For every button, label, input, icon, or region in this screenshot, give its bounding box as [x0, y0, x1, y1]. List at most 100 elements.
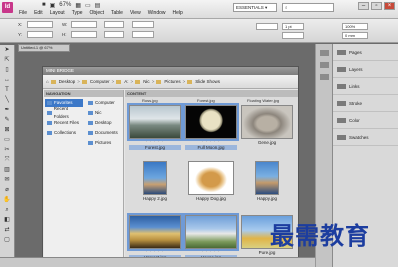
- zoom-tool-icon[interactable]: ⌕: [0, 205, 14, 215]
- note-tool-icon[interactable]: ✉: [0, 175, 14, 185]
- menu-table[interactable]: Table: [111, 10, 123, 16]
- thumbnail-harvest[interactable]: · · · · · Harvest.jpg: [127, 213, 183, 260]
- panel-swatches[interactable]: Swatches: [333, 129, 398, 146]
- nav-item-desktop[interactable]: Desktop: [86, 119, 123, 127]
- arrange-icon[interactable]: ▤: [95, 2, 101, 9]
- screen-mode-tool-icon[interactable]: ▢: [0, 235, 14, 245]
- menu-type[interactable]: Type: [72, 10, 83, 16]
- opacity-field[interactable]: 100%: [342, 23, 368, 30]
- panel-grip-icon[interactable]: [319, 74, 329, 80]
- thumbnail-happy-2[interactable]: Happy 2.jpg: [129, 161, 181, 201]
- rectangle-frame-tool-icon[interactable]: ⊠: [0, 125, 14, 135]
- file-label[interactable]: Floating Water.jpg: [247, 98, 279, 103]
- nav-item-computer[interactable]: Computer: [86, 99, 123, 107]
- shear-field[interactable]: [132, 31, 154, 38]
- type-tool-icon[interactable]: T: [0, 85, 14, 95]
- y-field[interactable]: [27, 31, 53, 38]
- stroke-weight-field[interactable]: 1 pt: [282, 23, 304, 30]
- h-field[interactable]: [71, 31, 97, 38]
- selection-tool-icon[interactable]: ➤: [0, 45, 14, 55]
- thumbnail-gene[interactable]: Gene.jpg: [241, 105, 293, 145]
- document-tab[interactable]: Untitled-1 @ 67%: [18, 44, 70, 52]
- nav-item-recent-files[interactable]: Recent Files: [45, 119, 83, 127]
- close-button[interactable]: ×: [384, 2, 395, 10]
- page-tool-icon[interactable]: ▯: [0, 65, 14, 75]
- offset-field[interactable]: 0 mm: [342, 32, 368, 39]
- file-label[interactable]: Forest.jpg: [197, 98, 215, 103]
- nav-locations-list: Computer Nic Desktop Documents Pictures: [86, 99, 123, 147]
- nav-item-recent-folders[interactable]: Recent Folders: [45, 106, 83, 119]
- x-label: X:: [18, 22, 23, 27]
- rating-stars[interactable]: · · · · ·: [185, 140, 237, 144]
- workspace-switcher[interactable]: ESSENTIALS ▾: [233, 3, 277, 12]
- nav-item-pictures[interactable]: Pictures: [86, 139, 123, 147]
- bridge-icon[interactable]: ■: [42, 2, 46, 9]
- nav-item-documents[interactable]: Documents: [86, 129, 123, 137]
- pen-tool-icon[interactable]: ✒: [0, 105, 14, 115]
- rotation-field[interactable]: [132, 21, 154, 28]
- panel-grip-icon[interactable]: [319, 50, 329, 56]
- menu-edit[interactable]: Edit: [34, 10, 43, 16]
- zoom-level[interactable]: 67%: [59, 2, 71, 9]
- eyedropper-tool-icon[interactable]: ⌀: [0, 185, 14, 195]
- folder-icon: [81, 79, 87, 84]
- menu-help[interactable]: Help: [173, 10, 183, 16]
- thumbnail-house[interactable]: · · · · · House.jpg: [183, 213, 239, 260]
- fill-swatch[interactable]: [256, 23, 278, 30]
- gradient-tool-icon[interactable]: ▥: [0, 165, 14, 175]
- view-options-icon[interactable]: ▦: [75, 2, 81, 9]
- swatches-icon: [337, 134, 346, 140]
- stroke-type-field[interactable]: [282, 32, 304, 39]
- main-menu: File Edit Layout Type Object Table View …: [19, 10, 183, 16]
- fill-stroke-icon[interactable]: ◧: [0, 215, 14, 225]
- rating-stars[interactable]: · · · · ·: [185, 250, 237, 254]
- nav-item-collections[interactable]: Collections: [45, 129, 83, 137]
- panel-color[interactable]: Color: [333, 112, 398, 129]
- free-transform-tool-icon[interactable]: ⤧: [0, 155, 14, 165]
- path-segment[interactable]: Desktop: [59, 79, 76, 84]
- path-segment[interactable]: Nic: [143, 79, 150, 84]
- pencil-tool-icon[interactable]: ✎: [0, 115, 14, 125]
- scale-x-field[interactable]: [104, 21, 124, 28]
- panel-grip-icon[interactable]: [319, 62, 329, 68]
- menu-file[interactable]: File: [19, 10, 27, 16]
- rectangle-tool-icon[interactable]: ▭: [0, 135, 14, 145]
- panel-pages[interactable]: Pages: [333, 44, 398, 61]
- scissors-tool-icon[interactable]: ✂: [0, 145, 14, 155]
- path-segment[interactable]: Computer: [90, 79, 110, 84]
- path-segment[interactable]: A:: [124, 79, 128, 84]
- search-input[interactable]: ⌕: [282, 3, 334, 12]
- color-icon: [337, 117, 346, 123]
- w-field[interactable]: [71, 21, 97, 28]
- menu-window[interactable]: Window: [148, 10, 166, 16]
- path-segment[interactable]: Pictures: [164, 79, 180, 84]
- mini-bridge-icon[interactable]: ▣: [50, 2, 56, 9]
- scale-y-field[interactable]: [104, 31, 124, 38]
- rating-stars[interactable]: · · · · ·: [129, 250, 181, 254]
- thumbnail-happy[interactable]: Happy.jpg: [241, 161, 293, 201]
- minimize-button[interactable]: –: [358, 2, 369, 10]
- x-field[interactable]: [27, 21, 53, 28]
- home-icon[interactable]: ⌂: [46, 79, 49, 84]
- swap-colors-icon[interactable]: ⇄: [0, 225, 14, 235]
- rating-stars[interactable]: · · · · ·: [129, 140, 181, 144]
- panel-stroke[interactable]: Stroke: [333, 95, 398, 112]
- direct-selection-tool-icon[interactable]: ⇱: [0, 55, 14, 65]
- screen-mode-icon[interactable]: ▭: [85, 2, 91, 9]
- menu-view[interactable]: View: [130, 10, 141, 16]
- line-tool-icon[interactable]: ╲: [0, 95, 14, 105]
- menu-layout[interactable]: Layout: [50, 10, 65, 16]
- thumbnail-forest[interactable]: · · · · · Forest.jpg: [127, 103, 183, 150]
- maximize-button[interactable]: ▫: [371, 2, 382, 10]
- gap-tool-icon[interactable]: ↔: [0, 75, 14, 85]
- path-segment[interactable]: Slide Shows: [195, 79, 220, 84]
- nav-item-nic[interactable]: Nic: [86, 109, 123, 117]
- search-icon: ⌕: [285, 5, 288, 10]
- panel-links[interactable]: Links: [333, 78, 398, 95]
- hand-tool-icon[interactable]: ✋: [0, 195, 14, 205]
- file-label[interactable]: Ross.jpg: [142, 98, 158, 103]
- thumbnail-happy-dog[interactable]: Happy Dog.jpg: [185, 161, 237, 201]
- panel-layers[interactable]: Layers: [333, 61, 398, 78]
- menu-object[interactable]: Object: [90, 10, 104, 16]
- thumbnail-full-moon[interactable]: · · · · · Full Moon.jpg: [183, 103, 239, 150]
